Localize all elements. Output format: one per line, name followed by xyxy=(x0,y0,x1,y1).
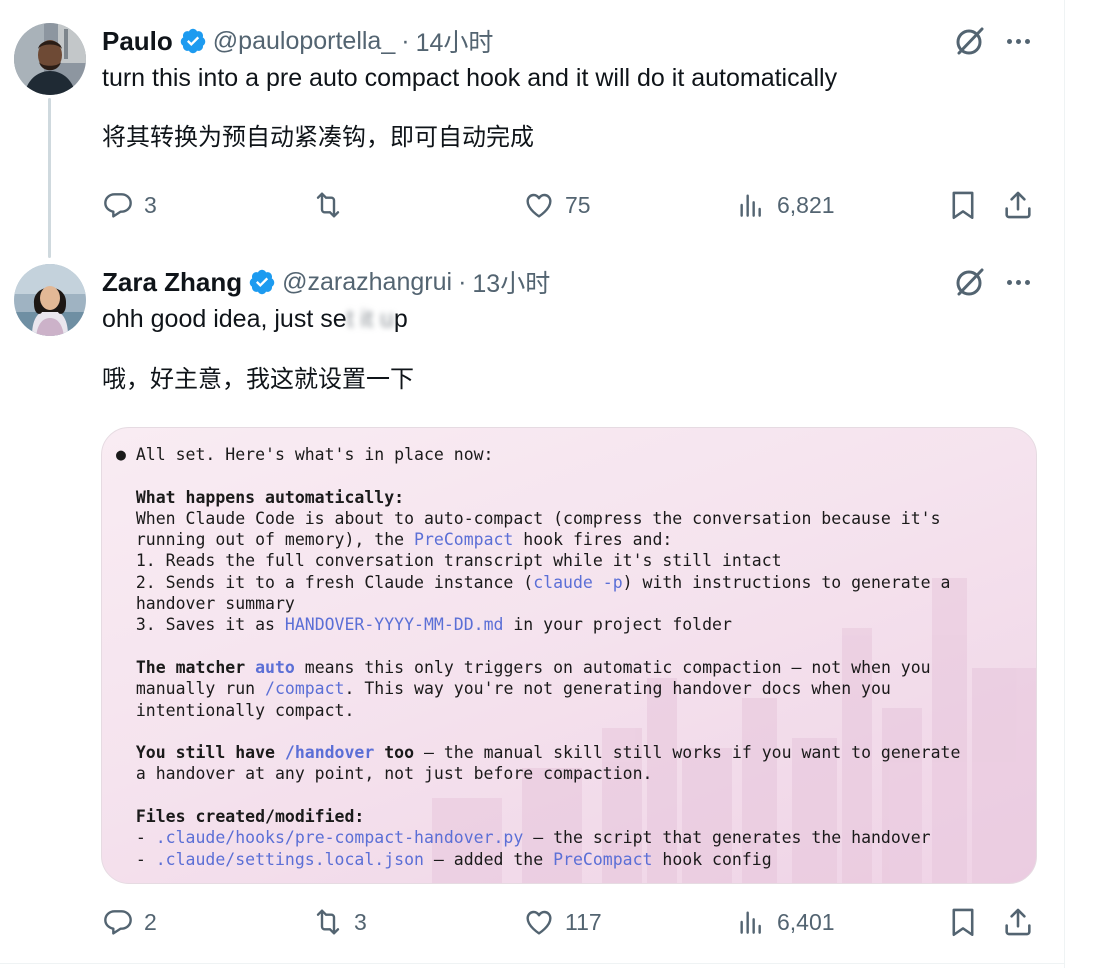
code-line: hook fires and: xyxy=(513,530,673,550)
code-screenshot[interactable]: ● All set. Here's what's in place now: W… xyxy=(101,427,1037,884)
author-handle[interactable]: @pauloportella_ xyxy=(213,27,395,56)
code-link: .claude/hooks/pre-compact-handover.py xyxy=(155,828,524,848)
reply-button[interactable]: 3 xyxy=(102,187,157,223)
separator-dot: · xyxy=(458,267,467,296)
timestamp[interactable]: 14小时 xyxy=(416,23,494,59)
reply-icon xyxy=(104,910,132,935)
code-heading: Files created/modified: xyxy=(135,807,365,827)
more-options-icon[interactable] xyxy=(1001,265,1035,299)
code-link: auto xyxy=(255,657,295,677)
tweet-text: ohh good idea, just set it up xyxy=(102,305,408,334)
code-line: intentionally compact. xyxy=(135,700,355,720)
repost-button[interactable]: 3 xyxy=(312,904,367,940)
tweet-header: Zara Zhang @zarazhangrui · 13小时 xyxy=(102,264,550,300)
views-count: 6,821 xyxy=(777,191,835,218)
author-name[interactable]: Zara Zhang xyxy=(102,267,242,298)
reply-count: 2 xyxy=(144,908,157,935)
reply-count: 3 xyxy=(144,191,157,218)
code-heading: You still have xyxy=(135,743,285,763)
tweet-text-end: p xyxy=(393,305,408,333)
tweet-translation: 哦，好主意，我这就设置一下 xyxy=(102,366,414,393)
timestamp[interactable]: 13小时 xyxy=(472,264,550,300)
more-options-icon[interactable] xyxy=(1001,24,1035,58)
tweet-text-start: ohh good idea, just se xyxy=(102,305,347,333)
heart-icon xyxy=(526,193,552,218)
code-intro: All set. Here's what's in place now: xyxy=(135,445,494,464)
code-heading: The matcher xyxy=(135,657,256,677)
code-link: claude -p xyxy=(533,572,623,592)
views-button[interactable]: 6,401 xyxy=(735,904,835,940)
repost-count: 3 xyxy=(354,908,367,935)
code-line: 1. Reads the full conversation transcrip… xyxy=(135,551,782,571)
reply-button[interactable]: 2 xyxy=(102,904,157,940)
code-line: — the manual skill still works if you wa… xyxy=(414,743,961,763)
code-line: 2. Sends it to a fresh Claude instance ( xyxy=(135,572,534,592)
obscured-text: t it u xyxy=(346,305,394,333)
code-line: ) with instructions to generate a xyxy=(622,572,951,592)
code-link: PreCompact xyxy=(553,849,653,869)
bullet-icon: ● xyxy=(116,445,126,464)
avatar[interactable] xyxy=(14,23,86,95)
share-icon[interactable] xyxy=(1001,905,1035,939)
verified-badge-icon xyxy=(179,27,207,55)
bookmark-icon[interactable] xyxy=(946,905,980,939)
code-link: /handover xyxy=(284,743,375,763)
repost-icon xyxy=(316,192,340,218)
code-line: running out of memory), the xyxy=(135,530,415,550)
views-icon xyxy=(740,194,761,217)
code-heading: too xyxy=(374,743,415,763)
views-icon xyxy=(740,911,761,934)
code-line: hook config xyxy=(652,849,772,869)
code-link: HANDOVER-YYYY-MM-DD.md xyxy=(284,615,504,635)
separator-dot: · xyxy=(401,26,410,55)
grok-icon[interactable] xyxy=(953,24,987,58)
views-count: 6,401 xyxy=(777,908,835,935)
timeline-border xyxy=(1064,0,1065,968)
share-icon[interactable] xyxy=(1001,188,1035,222)
author-handle[interactable]: @zarazhangrui xyxy=(282,268,452,297)
author-name[interactable]: Paulo xyxy=(102,26,173,57)
like-count: 117 xyxy=(565,908,602,935)
tweet-header: Paulo @pauloportella_ · 14小时 xyxy=(102,23,494,59)
code-line: manually run xyxy=(135,679,266,699)
repost-button[interactable] xyxy=(312,187,354,223)
code-line: means this only triggers on automatic co… xyxy=(294,657,931,677)
code-heading: What happens automatically: xyxy=(135,487,405,507)
thread-line xyxy=(48,98,51,258)
like-button[interactable]: 75 xyxy=(523,187,591,223)
like-count: 75 xyxy=(565,191,591,218)
code-text: ● All set. Here's what's in place now: W… xyxy=(116,444,960,870)
code-link: /compact xyxy=(265,679,345,699)
tweet-text: turn this into a pre auto compact hook a… xyxy=(102,64,838,92)
bookmark-icon[interactable] xyxy=(946,188,980,222)
repost-icon xyxy=(316,909,340,935)
code-line: - xyxy=(135,849,156,869)
code-line: in your project folder xyxy=(503,615,732,635)
like-button[interactable]: 117 xyxy=(523,904,602,940)
code-line: . This way you're not generating handove… xyxy=(344,679,891,699)
grok-icon[interactable] xyxy=(953,265,987,299)
code-line: - xyxy=(135,828,156,848)
code-line: — added the xyxy=(423,849,554,869)
reply-icon xyxy=(104,193,132,218)
timeline-divider xyxy=(0,963,1064,964)
tweet-translation: 将其转换为预自动紧凑钩，即可自动完成 xyxy=(102,124,534,151)
views-button[interactable]: 6,821 xyxy=(735,187,835,223)
code-link: .claude/settings.local.json xyxy=(155,849,424,869)
code-line: a handover at any point, not just before… xyxy=(135,764,653,784)
code-line: 3. Saves it as xyxy=(135,615,285,635)
verified-badge-icon xyxy=(248,268,276,296)
avatar[interactable] xyxy=(14,264,86,336)
heart-icon xyxy=(526,910,552,935)
code-line: When Claude Code is about to auto-compac… xyxy=(135,508,941,528)
code-link: PreCompact xyxy=(414,530,514,550)
code-line: handover summary xyxy=(135,594,295,614)
code-line: — the script that generates the handover xyxy=(523,828,931,848)
